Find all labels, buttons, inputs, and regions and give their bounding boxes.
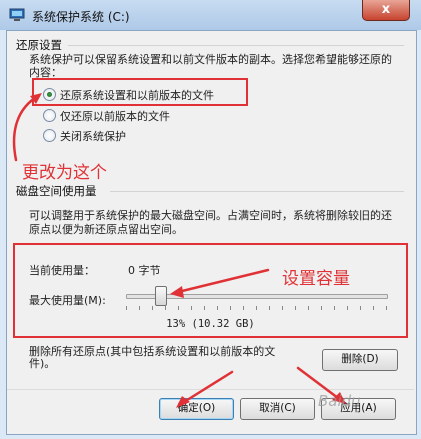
slider-tick — [256, 306, 257, 310]
arrow-to-ok — [182, 370, 234, 404]
slider-tick — [347, 306, 348, 310]
slider-tick — [386, 306, 387, 310]
watermark: Baidu — [318, 392, 361, 410]
slider-tick — [139, 306, 140, 310]
slider-tick — [126, 306, 127, 310]
slider-tick — [321, 306, 322, 310]
slider-tick — [217, 306, 218, 310]
slider-tick — [373, 306, 374, 310]
slider-tick — [282, 306, 283, 310]
annotation-arrows — [12, 93, 346, 408]
slider-tick — [165, 306, 166, 310]
slider-tick — [243, 306, 244, 310]
slider-tick — [230, 306, 231, 310]
slider-tick — [295, 306, 296, 310]
arrow-to-slider — [176, 268, 270, 294]
slider-tick — [334, 306, 335, 310]
slider-tick — [360, 306, 361, 310]
slider-tick — [269, 306, 270, 310]
slider-tick — [191, 306, 192, 310]
slider-tick — [308, 306, 309, 310]
slider-tick — [152, 306, 153, 310]
arrow-to-radio — [12, 94, 40, 162]
slider-tick — [204, 306, 205, 310]
slider-tick — [178, 306, 179, 310]
